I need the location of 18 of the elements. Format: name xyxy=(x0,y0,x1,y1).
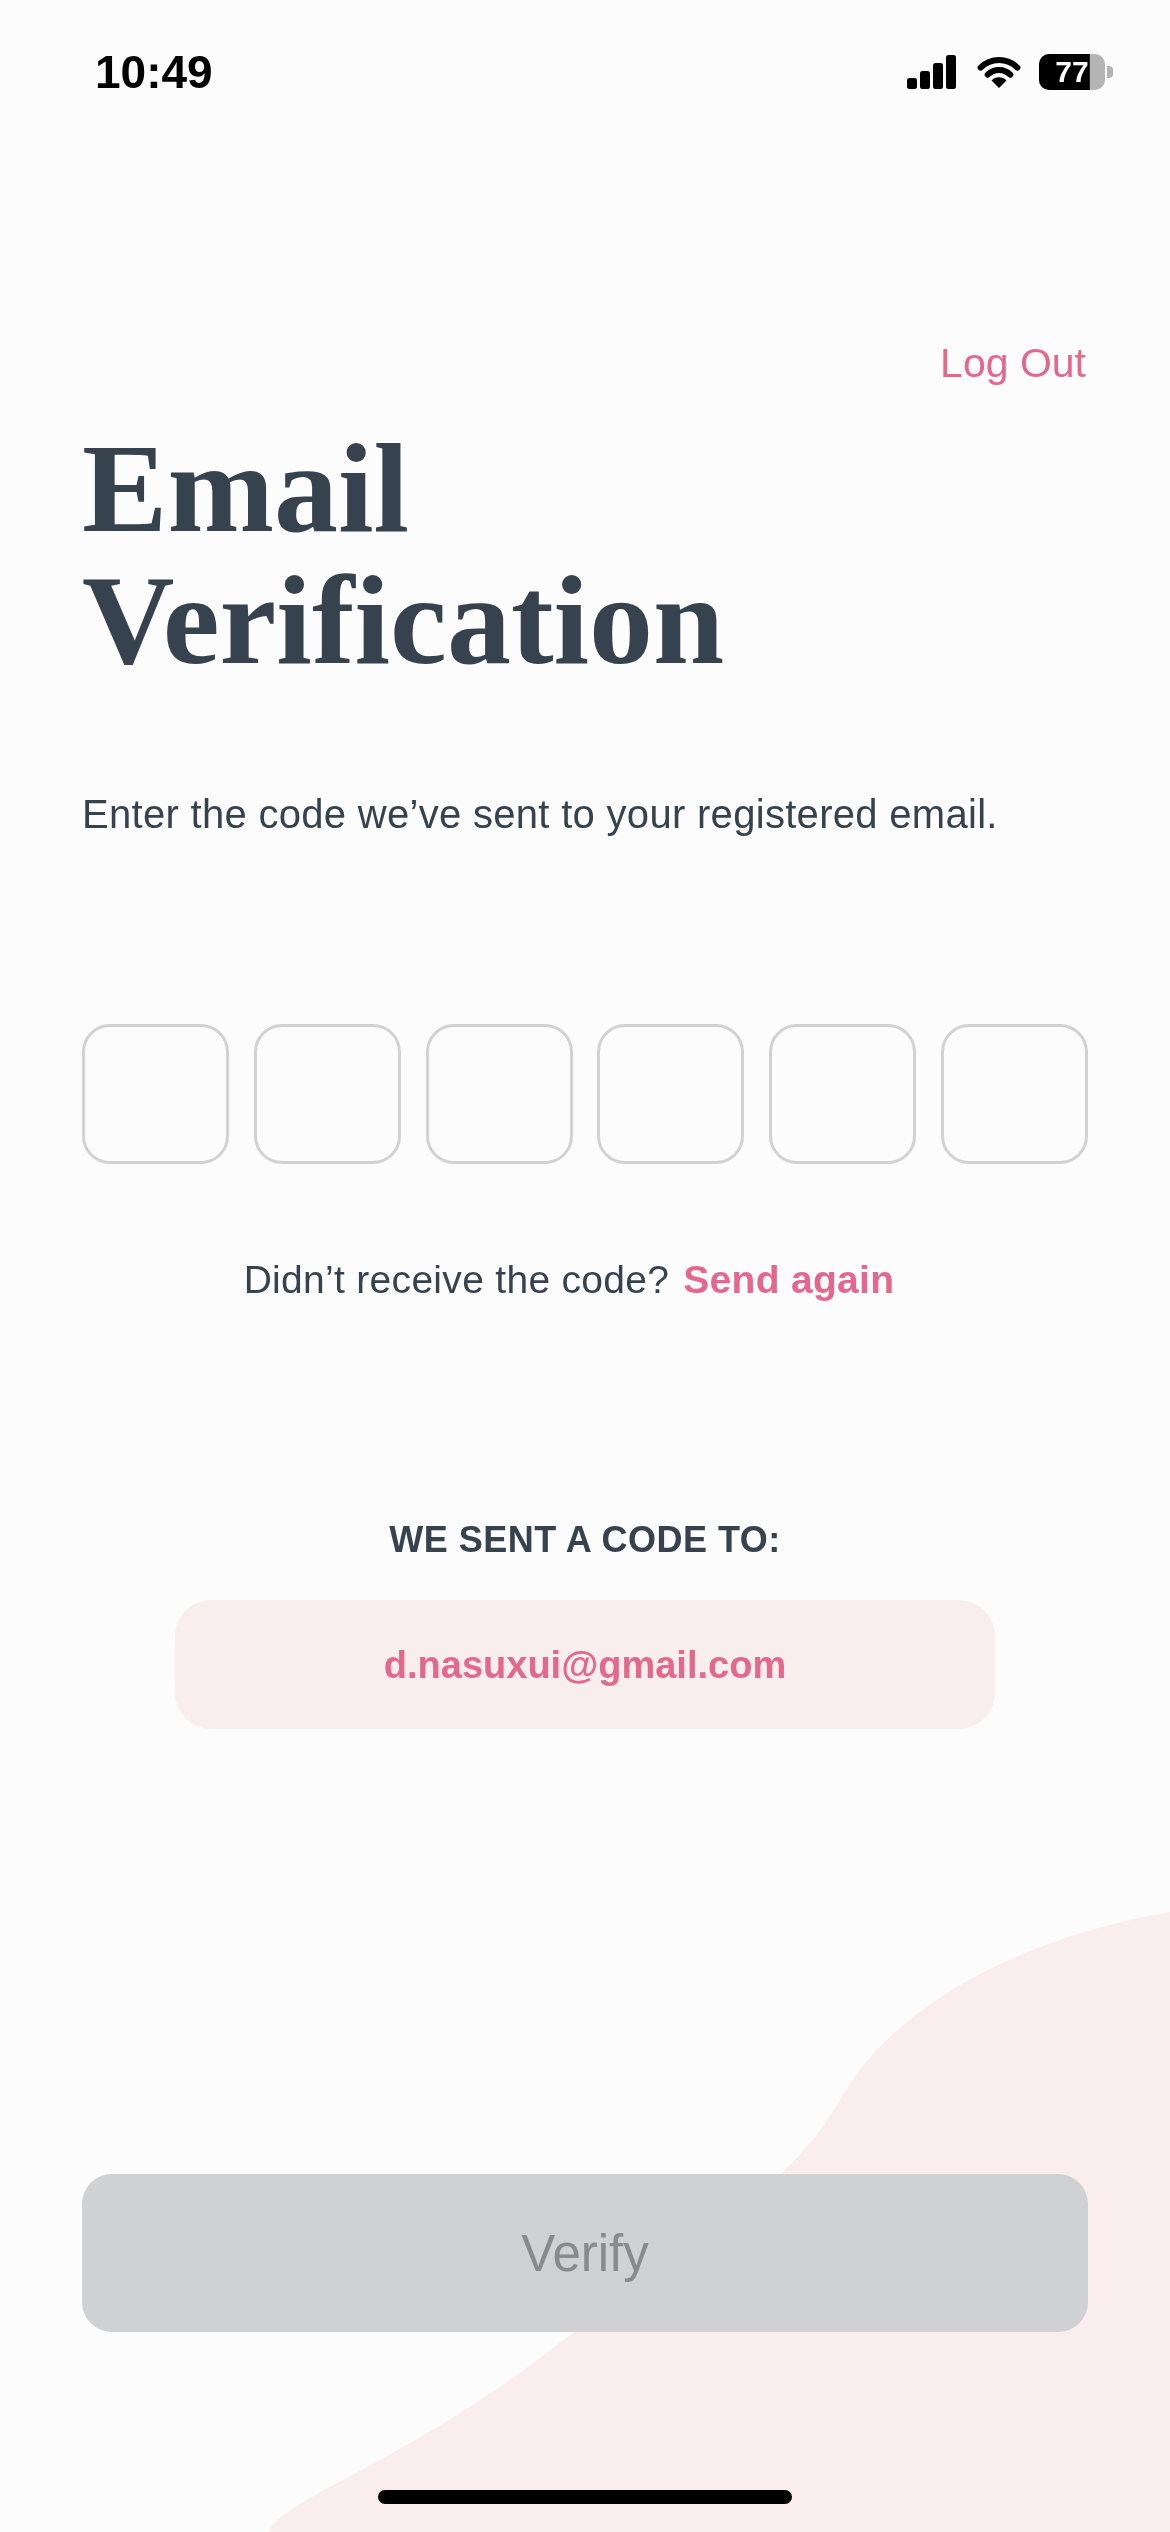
code-digit-field[interactable] xyxy=(253,1024,401,1164)
send-again-link[interactable]: Send again xyxy=(683,1255,895,1305)
instruction-text: Enter the code we’ve sent to your registered email. xyxy=(82,791,999,838)
page-title: Email Verification xyxy=(82,422,726,686)
battery-percentage: 77 xyxy=(1055,58,1089,86)
sent-to-label: WE SENT A CODE TO: xyxy=(389,1518,781,1562)
email-address: d.nasuxui@gmail.com xyxy=(383,1642,787,1688)
code-digit-field[interactable] xyxy=(425,1024,573,1164)
battery-icon xyxy=(1039,54,1113,90)
signal-icon xyxy=(907,55,957,89)
code-digit-field[interactable] xyxy=(597,1024,745,1164)
wifi-icon xyxy=(975,55,1023,89)
code-digit-field[interactable] xyxy=(82,1024,229,1164)
resend-prompt: Didn’t receive the code? xyxy=(243,1257,670,1303)
log-out-link[interactable]: Log Out xyxy=(940,339,1086,387)
status-time: 10:49 xyxy=(95,45,213,99)
code-digit-field[interactable] xyxy=(769,1024,917,1164)
code-digit-field[interactable] xyxy=(941,1024,1088,1164)
